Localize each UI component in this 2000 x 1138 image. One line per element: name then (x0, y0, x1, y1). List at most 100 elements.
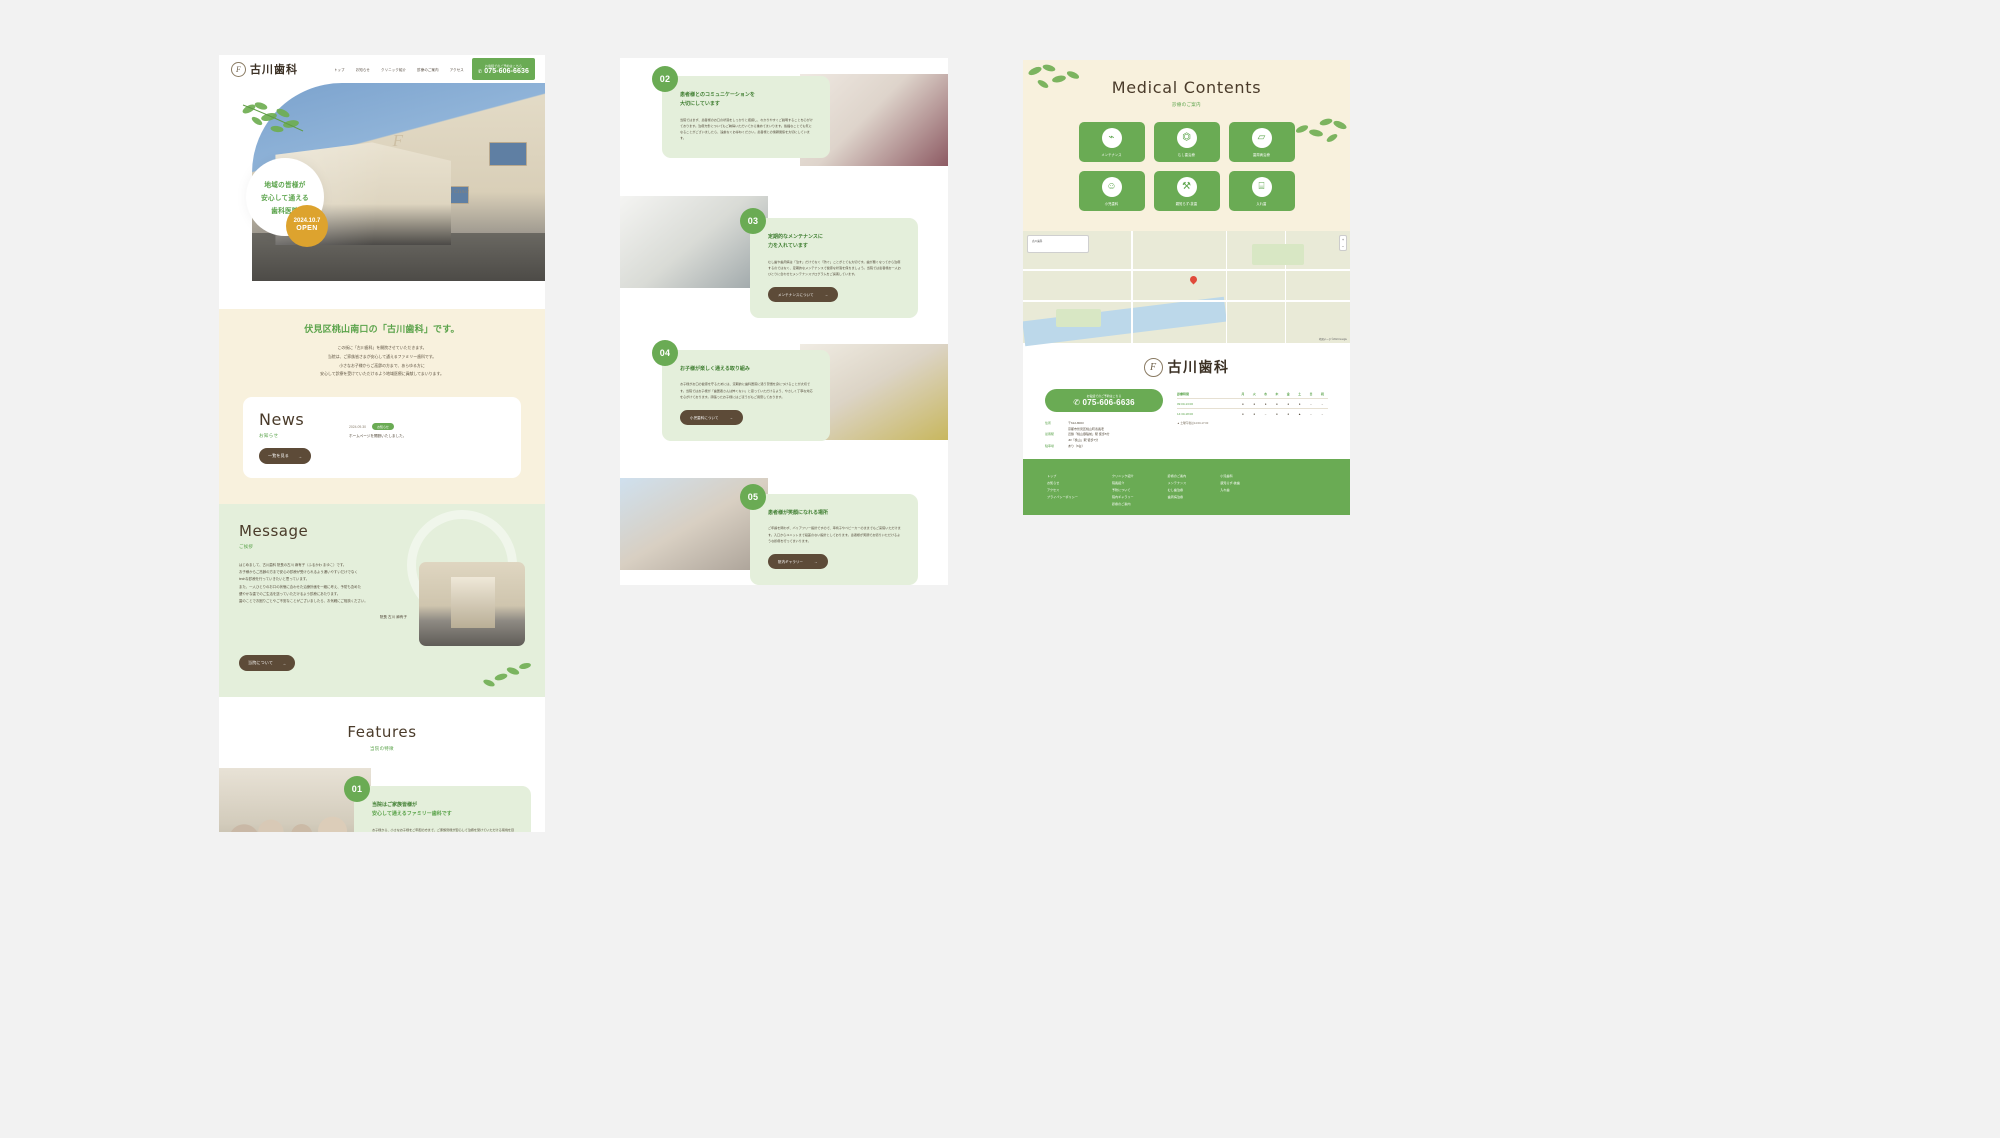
hours-mark: ● (1242, 411, 1244, 416)
hero-line-2: 安心して通える (261, 195, 309, 202)
hours-mark: ● (1276, 401, 1278, 406)
clinic-entrance-photo (419, 562, 525, 647)
header-tel-number: ✆ 075-606-6636 (477, 67, 529, 75)
feature-text: ご年齢を問わず、バリアフリー設計ですので、車椅子やベビーカーのままでもご来院いた… (768, 526, 901, 543)
location-map[interactable]: 古川歯科 + − 地図データ ©2024 Google (1023, 231, 1350, 347)
hours-mark: ▲ (1298, 411, 1302, 416)
footer-link[interactable]: 院内ギャラリー (1112, 494, 1134, 501)
hours-mark: ● (1253, 411, 1256, 416)
message-title: Message (239, 522, 309, 541)
map-park (1251, 244, 1305, 265)
message-body: はじめまして、古川歯科 院長の古川 麻有子（ふるかわ まゆこ）です。 お子様から… (239, 562, 525, 647)
hours-mark: − (1264, 411, 1267, 416)
feature-card: 05 患者様が笑顔になれる場所 ご年齢を問わず、バリアフリー設計ですので、車椅子… (740, 484, 918, 585)
news-item[interactable]: 2024.09.30 お知らせ ホームページを開設いたしました。 (349, 423, 505, 439)
footer-link[interactable]: クリニック紹介 (1112, 473, 1134, 480)
phone-icon: ✆ (1073, 398, 1081, 407)
nav-item-top[interactable]: トップ (334, 67, 345, 72)
service-item-pediatric[interactable]: ☺ 小児歯科 (1078, 171, 1145, 211)
news-list-button[interactable]: 一覧を見る → (259, 448, 312, 465)
maintenance-button-label: メンテナンスについて (778, 293, 814, 298)
hours-note: ▲ 土曜午後は14:00-17:00 (1177, 422, 1209, 425)
building-door (413, 197, 440, 250)
footer-link[interactable]: 小児歯科 (1220, 473, 1240, 480)
site-footer: トップ お知らせ アクセス プライバシーポリシー クリニック紹介 院長紹介 予防… (1023, 459, 1350, 515)
news-card: News お知らせ 一覧を見る → 2024.09.30 お知らせ ホームページ… (243, 397, 521, 479)
nav-item-news[interactable]: お知らせ (356, 67, 370, 72)
message-subtitle: ご挨拶 (239, 544, 254, 550)
nav-item-access[interactable]: アクセス (450, 67, 464, 72)
feature-card: 01 当院はご家族皆様が 安心して通えるファミリー歯科です お子様から、小さなお… (344, 776, 531, 832)
intro-section: 伏見区桃山南口の「古川歯科」です。 この街に「古川歯科」を開院させていただきます… (219, 309, 545, 398)
footer-link[interactable]: むし歯治療 (1168, 487, 1187, 494)
map-road (1225, 231, 1228, 343)
table-row: 09:00-13:00 ● ● ● ● ● ● − − (1177, 398, 1328, 409)
child-tooth-icon: ☺ (1101, 176, 1122, 197)
screenshot-canvas: F 古川歯科 トップ お知らせ クリニック紹介 診療のご案内 アクセス お電話で… (0, 0, 2000, 1138)
maintenance-button[interactable]: メンテナンスについて → (768, 287, 839, 303)
service-label: むし歯治療 (1178, 152, 1195, 157)
footer-link[interactable]: 予防について (1112, 487, 1134, 494)
about-clinic-button[interactable]: 当院について → (239, 655, 296, 672)
info-key: 駐車場 (1045, 443, 1055, 448)
map-road (1023, 269, 1350, 271)
service-label: 入れ歯 (1256, 201, 1267, 206)
hours-mark: ● (1264, 401, 1267, 406)
footer-column: 小児歯科 親知らず・抜歯 入れ歯 (1220, 473, 1240, 507)
map-search-box[interactable]: 古川歯科 (1027, 235, 1089, 253)
gallery-button[interactable]: 院内ギャラリー → (768, 554, 828, 570)
service-item-periodontal[interactable]: ⏥ 歯周病治療 (1228, 122, 1295, 162)
footer-link[interactable]: 入れ歯 (1220, 487, 1240, 494)
footer-link[interactable]: お知らせ (1047, 480, 1078, 487)
logo-icon: F (231, 61, 246, 77)
hours-mark: ● (1298, 401, 1301, 406)
main-nav: トップ お知らせ クリニック紹介 診療のご案内 アクセス (334, 67, 464, 72)
footer-link[interactable]: 院長紹介 (1112, 480, 1134, 487)
hours-mark: − (1310, 401, 1312, 406)
feature-number-badge: 03 (740, 208, 766, 234)
map-road (1023, 300, 1350, 302)
col-header-sat: 土 (1298, 391, 1302, 396)
service-item-cavity[interactable]: ⏣ むし歯治療 (1153, 122, 1220, 162)
feature-text: 当院ではまず、患者様のお口の状態をしっかりと把握し、わかりやすくご説明することを… (680, 117, 813, 141)
site-logo[interactable]: F 古川歯科 (231, 61, 298, 77)
map-zoom-controls[interactable]: + − (1339, 235, 1347, 251)
site-header: F 古川歯科 トップ お知らせ クリニック紹介 診療のご案内 アクセス お電話で… (219, 55, 545, 83)
contact-tel-button[interactable]: お電話でのご予約はこちら ✆ 075-606-6636 (1045, 389, 1163, 412)
service-item-maintenance[interactable]: ⌁ メンテナンス (1078, 122, 1145, 162)
nav-item-services[interactable]: 診療のご案内 (417, 67, 439, 72)
footer-link[interactable]: 診療のご案内 (1168, 473, 1187, 480)
pediatric-button[interactable]: 小児歯科について → (680, 410, 744, 426)
hours-time: 14:30-18:00 (1177, 411, 1194, 416)
nav-item-clinic[interactable]: クリニック紹介 (381, 67, 406, 72)
message-paragraph: はじめまして、古川歯科 院長の古川 麻有子（ふるかわ まゆこ）です。 お子様から… (239, 563, 368, 603)
news-item-title: ホームページを開設いたしました。 (349, 434, 407, 439)
footer-link[interactable]: アクセス (1047, 487, 1078, 494)
news-subtitle: お知らせ (259, 433, 279, 439)
zoom-out-icon[interactable]: − (1342, 244, 1344, 249)
feature-card: 04 お子様が楽しく通える取り組み お子様がお口の健康を守るためには、定期的に歯… (652, 340, 830, 442)
feature-item: 02 患者様とのコミュニケーションを 大切にしています 当院ではまず、患者様のお… (620, 58, 948, 170)
feature-number-badge: 05 (740, 484, 766, 510)
footer-link[interactable]: プライバシーポリシー (1047, 494, 1078, 501)
feature-item: 01 当院はご家族皆様が 安心して通えるファミリー歯科です お子様から、小さなお… (219, 768, 545, 832)
footer-link[interactable]: メンテナンス (1168, 480, 1187, 487)
hero-line-1: 地域の皆様が (264, 182, 306, 189)
brand-name: 古川歯科 (250, 63, 298, 76)
footer-column: 診療のご案内 メンテナンス むし歯治療 歯周病治療 (1168, 473, 1187, 507)
hours-mark: ● (1242, 401, 1244, 406)
footer-logo[interactable]: F 古川歯科 (1023, 357, 1350, 377)
zoom-in-icon[interactable]: + (1342, 237, 1344, 242)
col-header-wed: 水 (1264, 391, 1268, 396)
service-item-extraction[interactable]: ⚒ 親知らず・抜歯 (1153, 171, 1220, 211)
footer-link[interactable]: 親知らず・抜歯 (1220, 480, 1240, 487)
footer-link[interactable]: 診療のご案内 (1112, 501, 1134, 508)
feature-card: 03 定期的なメンテナンスに 力を入れています むし歯や歯周病は「治す」だけでな… (740, 208, 918, 319)
footer-link[interactable]: トップ (1047, 473, 1078, 480)
open-label: OPEN (296, 225, 318, 233)
footer-link[interactable]: 歯周病治療 (1168, 494, 1187, 501)
service-item-denture[interactable]: ⌸ 入れ歯 (1228, 171, 1295, 211)
hours-mark: − (1321, 411, 1324, 416)
header-tel-button[interactable]: お電話でのご予約はこちら ✆ 075-606-6636 (471, 58, 535, 80)
table-header-row: 診療時間 月 火 水 木 金 土 日 祝 (1177, 389, 1328, 399)
